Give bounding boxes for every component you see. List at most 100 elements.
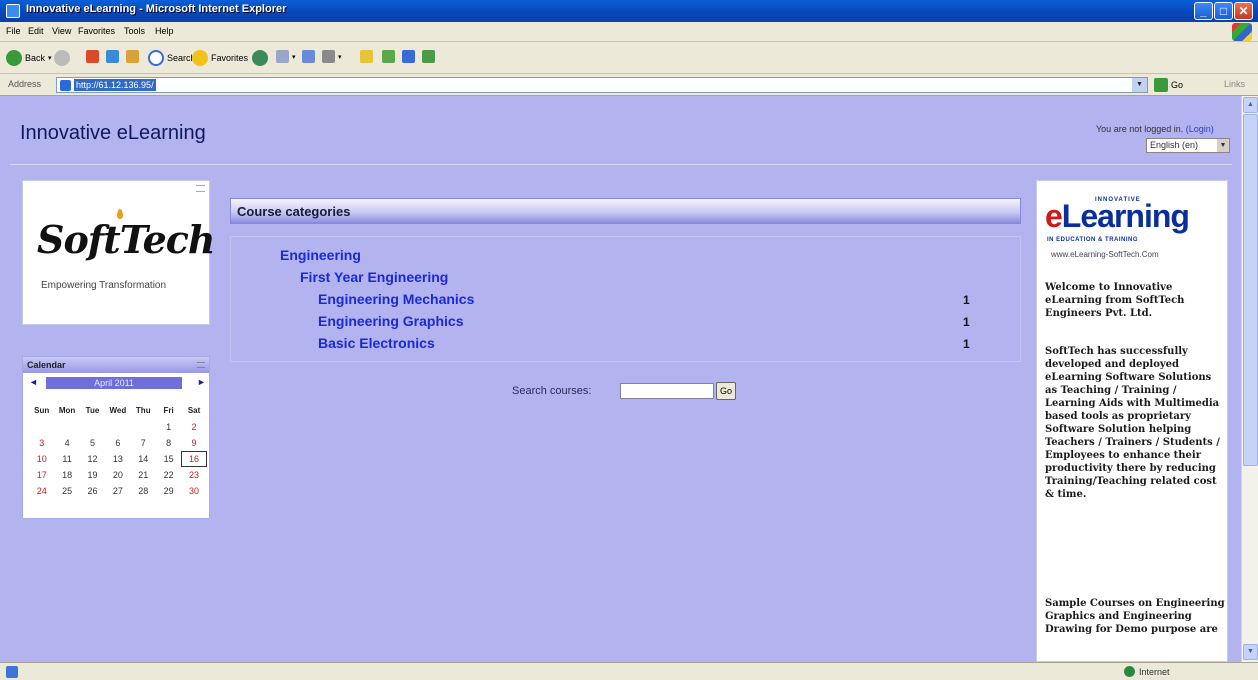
menu-file[interactable]: File: [6, 26, 21, 36]
calendar-day[interactable]: 28: [131, 483, 156, 499]
menu-favorites[interactable]: Favorites: [78, 26, 115, 36]
search-courses-input[interactable]: [620, 383, 714, 399]
calendar-day[interactable]: 14: [131, 451, 156, 467]
calendar-day[interactable]: 15: [156, 451, 181, 467]
calendar-day[interactable]: 20: [105, 467, 130, 483]
favorites-button[interactable]: Favorites: [192, 50, 248, 66]
next-month-icon[interactable]: ►: [197, 377, 206, 387]
edit-button[interactable]: [360, 50, 373, 63]
menu-edit[interactable]: Edit: [28, 26, 44, 36]
forward-button[interactable]: [54, 50, 70, 66]
stop-icon: [86, 50, 99, 63]
calendar-day[interactable]: 5: [80, 435, 105, 451]
home-button[interactable]: [126, 50, 139, 63]
course-engineering-mechanics[interactable]: Engineering Mechanics: [318, 291, 474, 307]
address-url[interactable]: http://61.12.136.95/: [74, 79, 156, 91]
site-title: Innovative eLearning: [20, 122, 206, 144]
discuss-button[interactable]: [382, 50, 395, 63]
calendar-day[interactable]: 10: [29, 451, 54, 467]
calendar-weekday: Thu: [135, 406, 151, 415]
zone-label: Internet: [1139, 666, 1170, 677]
calendar-day[interactable]: 17: [29, 467, 54, 483]
chevron-down-icon: ▾: [48, 55, 52, 62]
hide-block-icon[interactable]: [196, 185, 205, 192]
course-count: 1: [963, 293, 970, 307]
back-arrow-icon: [6, 50, 22, 66]
close-button[interactable]: ✕: [1234, 2, 1253, 20]
course-categories-header: Course categories: [230, 198, 1021, 224]
logo-tagline: Empowering Transformation: [41, 280, 167, 291]
calendar-day[interactable]: 21: [131, 467, 156, 483]
minimize-button[interactable]: _: [1194, 2, 1213, 20]
media-button[interactable]: [252, 50, 268, 66]
address-bar: Address http://61.12.136.95/ ▼ Go Links: [0, 74, 1258, 96]
elearning-subtitle: IN EDUCATION & TRAINING: [1047, 237, 1139, 243]
language-select[interactable]: English (en) ▼: [1146, 138, 1230, 153]
calendar-day[interactable]: 3: [29, 435, 54, 451]
menu-view[interactable]: View: [52, 26, 71, 36]
search-courses-label: Search courses:: [512, 385, 592, 397]
calendar-day[interactable]: 23: [181, 467, 206, 483]
calendar-day[interactable]: 30: [181, 483, 206, 499]
chevron-down-icon[interactable]: ▼: [1132, 78, 1147, 92]
calendar-day[interactable]: 18: [54, 467, 79, 483]
calendar-day[interactable]: 22: [156, 467, 181, 483]
calendar-day[interactable]: 19: [80, 467, 105, 483]
calendar-day: [29, 419, 54, 435]
course-categories-title: Course categories: [237, 204, 351, 219]
menu-tools[interactable]: Tools: [124, 26, 145, 36]
course-basic-electronics[interactable]: Basic Electronics: [318, 335, 435, 351]
prev-month-icon[interactable]: ◄: [29, 377, 38, 387]
stop-button[interactable]: [86, 50, 99, 63]
media-icon: [252, 50, 268, 66]
calendar-today[interactable]: 16: [181, 451, 207, 467]
calendar-day[interactable]: 29: [156, 483, 181, 499]
calendar-day[interactable]: 13: [105, 451, 130, 467]
mail-button[interactable]: [302, 50, 315, 63]
maximize-button[interactable]: □: [1214, 2, 1233, 20]
menu-help[interactable]: Help: [155, 26, 174, 36]
vertical-scrollbar[interactable]: ▲ ▼: [1241, 96, 1258, 662]
calendar-day[interactable]: 7: [131, 435, 156, 451]
calendar-day[interactable]: 11: [54, 451, 79, 467]
calendar-day[interactable]: 26: [80, 483, 105, 499]
course-engineering-graphics[interactable]: Engineering Graphics: [318, 313, 463, 329]
history-button[interactable]: ▾: [276, 50, 296, 63]
category-engineering[interactable]: Engineering: [280, 247, 361, 263]
address-input[interactable]: http://61.12.136.95/ ▼: [56, 77, 1148, 93]
category-first-year-engineering[interactable]: First Year Engineering: [300, 269, 448, 285]
softtech-logo-block: SoftTech Empowering Transformation: [22, 180, 216, 325]
about-paragraph: SoftTech has successfully developed and …: [1045, 346, 1220, 500]
messenger-button[interactable]: [402, 50, 415, 63]
search-go-button[interactable]: Go: [716, 382, 736, 400]
print-button[interactable]: ▾: [322, 50, 342, 63]
chevron-down-icon[interactable]: ▼: [1217, 139, 1229, 152]
search-icon: [148, 50, 164, 66]
elearning-logo-rest: Learning: [1061, 198, 1190, 234]
calendar-day[interactable]: 1: [156, 419, 181, 435]
go-button[interactable]: Go: [1154, 78, 1183, 92]
scroll-down-icon[interactable]: ▼: [1243, 644, 1258, 660]
back-button[interactable]: Back ▾: [6, 50, 52, 66]
calendar-day[interactable]: 12: [80, 451, 105, 467]
calendar-day[interactable]: 8: [156, 435, 181, 451]
scroll-up-icon[interactable]: ▲: [1243, 97, 1258, 113]
calendar-day[interactable]: 4: [54, 435, 79, 451]
hide-block-icon[interactable]: [197, 362, 205, 368]
calendar-day[interactable]: 9: [181, 435, 206, 451]
calendar-month[interactable]: April 2011: [46, 377, 182, 389]
language-value: English (en): [1150, 140, 1199, 150]
refresh-button[interactable]: [106, 50, 119, 63]
calendar-day[interactable]: 27: [105, 483, 130, 499]
login-link[interactable]: (Login): [1186, 124, 1214, 134]
links-button[interactable]: Links: [1224, 79, 1245, 89]
calendar-day[interactable]: 25: [54, 483, 79, 499]
research-button[interactable]: [422, 50, 435, 63]
calendar-day[interactable]: 2: [181, 419, 206, 435]
scroll-thumb[interactable]: [1243, 114, 1258, 466]
status-bar: Internet: [0, 662, 1258, 680]
calendar-day[interactable]: 6: [105, 435, 130, 451]
page-viewport: Innovative eLearning You are not logged …: [0, 96, 1241, 662]
search-button[interactable]: Search: [148, 50, 196, 66]
calendar-day[interactable]: 24: [29, 483, 54, 499]
